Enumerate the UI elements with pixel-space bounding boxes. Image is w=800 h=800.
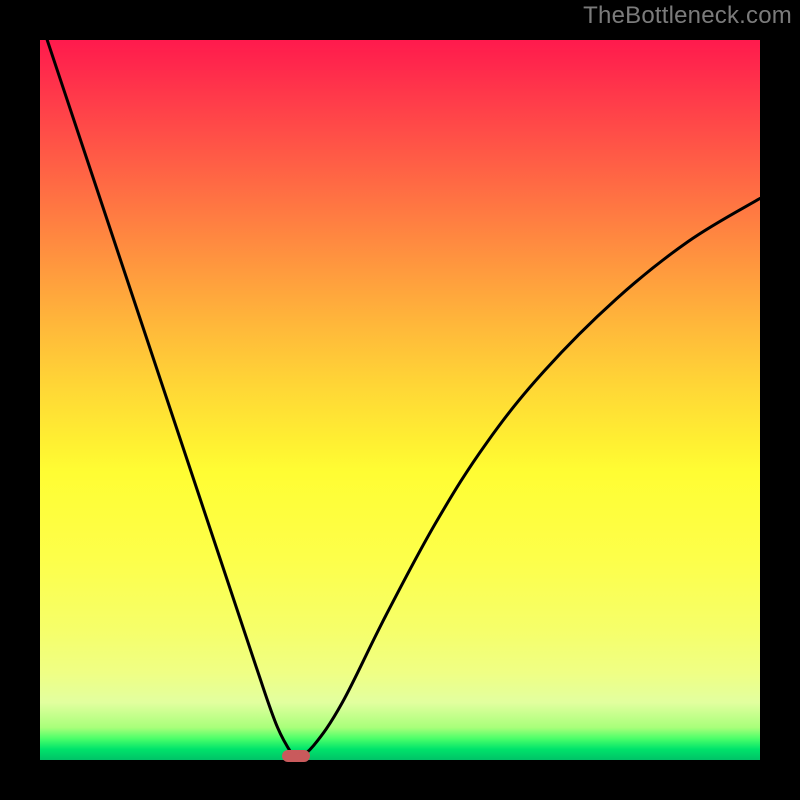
plot-area (40, 40, 760, 760)
watermark-text: TheBottleneck.com (583, 2, 792, 30)
curve-layer (40, 40, 760, 760)
chart-frame: TheBottleneck.com (0, 0, 800, 800)
cusp-marker (282, 750, 310, 762)
bottleneck-curve (40, 40, 760, 760)
